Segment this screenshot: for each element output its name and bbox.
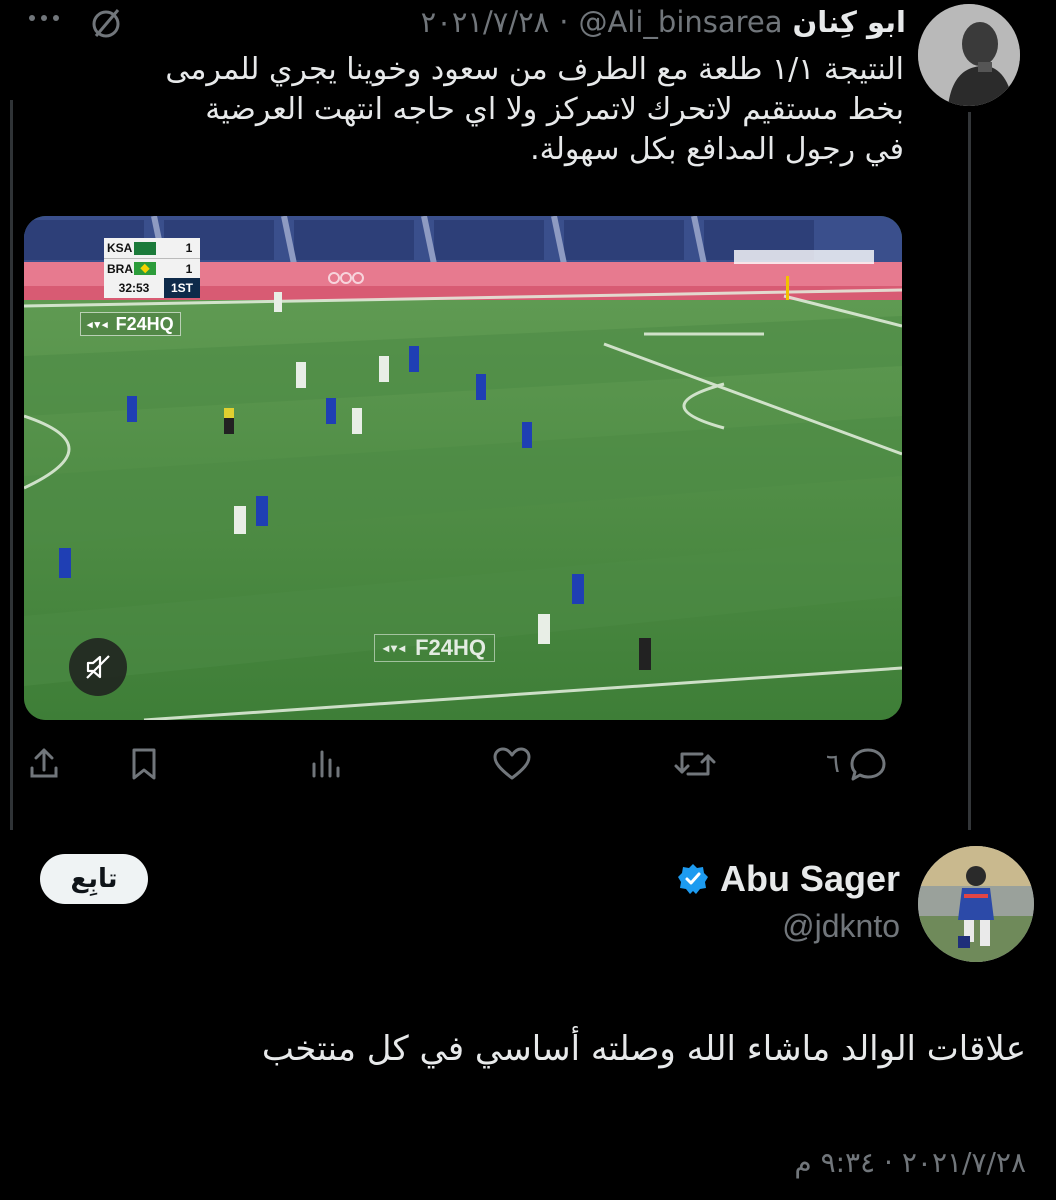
tweet-text-line: في رجول المدافع بكل سهولة.: [530, 132, 904, 167]
team2-abbr: BRA: [107, 261, 133, 276]
tweet-header: ابو كِنان @Ali_binsarea · ٢٠٢١/٧/٢٨: [421, 4, 906, 40]
more-options-icon[interactable]: [26, 0, 66, 37]
follow-button[interactable]: تابِع: [40, 854, 148, 904]
video-player[interactable]: KSA 1 BRA 1 32:53 1ST ◂▾◂ F24HQ ◂▾◂ F24H…: [24, 216, 902, 720]
avatar-photo-icon: [918, 4, 1020, 106]
match-period: 1ST: [164, 278, 200, 298]
team1-abbr: KSA: [107, 241, 133, 255]
scoreboard: KSA 1 BRA 1 32:53 1ST: [104, 238, 200, 298]
like-button[interactable]: [490, 736, 534, 792]
social-icons: ◂▾◂: [87, 318, 110, 331]
heart-icon: [493, 747, 531, 780]
social-icons: ◂▾◂: [383, 641, 408, 655]
verified-badge-icon[interactable]: [676, 862, 710, 896]
reply-text: علاقات الوالد ماشاء الله وصلته أساسي في …: [261, 1029, 1026, 1069]
bookmark-button[interactable]: [124, 736, 164, 792]
team1-flag-icon: [134, 241, 156, 255]
reply-author-handle[interactable]: @jdknto: [782, 908, 900, 945]
unmute-button[interactable]: [69, 638, 127, 696]
bookmark-icon: [132, 748, 156, 780]
reply-timestamp[interactable]: ٢٠٢١/٧/٢٨ · ٩:٣٤ م: [794, 1146, 1026, 1179]
reply-icon: [850, 748, 886, 781]
reply-date: ٢٠٢١/٧/٢٨: [901, 1146, 1026, 1179]
analytics-icon: [312, 750, 340, 778]
header-separator: ·: [559, 5, 569, 39]
reply-author: Abu Sager: [676, 857, 900, 901]
reply-author-name[interactable]: Abu Sager: [720, 858, 900, 900]
timestamp-separator: ·: [884, 1146, 893, 1179]
tweet-date[interactable]: ٢٠٢١/٧/٢٨: [421, 5, 550, 39]
views-button[interactable]: [306, 736, 346, 792]
thread-left-edge: [10, 100, 13, 830]
share-button[interactable]: [24, 736, 64, 792]
retweet-button[interactable]: [672, 736, 718, 792]
retweet-icon: [674, 752, 716, 776]
tweet-text-line: النتيجة ١/١ طلعة مع الطرف من سعود وخوينا…: [165, 52, 904, 87]
share-icon: [30, 748, 58, 778]
thread-line: [968, 112, 971, 830]
tweet-text: النتيجة ١/١ طلعة مع الطرف من سعود وخوينا…: [24, 50, 904, 170]
tweet-text-line: بخط مستقيم لاتحرك لاتمركز ولا اي حاجه ان…: [205, 92, 904, 127]
team2-flag-icon: [134, 262, 156, 275]
watermark-text: F24HQ: [415, 635, 486, 660]
tweet-actions: ٦: [0, 736, 1056, 792]
reply-button[interactable]: ٦: [826, 736, 890, 792]
watermark-text: F24HQ: [115, 313, 174, 334]
author-name[interactable]: ابو كِنان: [793, 5, 906, 39]
team2-goals: 1: [185, 261, 193, 276]
speaker-muted-icon: [86, 655, 110, 679]
team1-goals: 1: [185, 241, 193, 255]
muted-icon: [88, 6, 124, 42]
reply-count: ٦: [826, 749, 840, 779]
watermark-bottom: ◂▾◂ F24HQ: [374, 634, 495, 662]
watermark-top: ◂▾◂ F24HQ: [80, 312, 181, 336]
match-clock: 32:53: [104, 278, 164, 298]
reply-author-avatar[interactable]: [918, 846, 1034, 962]
avatar-photo-icon: [918, 846, 1034, 962]
reply-time: ٩:٣٤ م: [794, 1146, 876, 1179]
author-handle[interactable]: @Ali_binsarea: [578, 5, 782, 39]
author-avatar[interactable]: [918, 4, 1020, 106]
